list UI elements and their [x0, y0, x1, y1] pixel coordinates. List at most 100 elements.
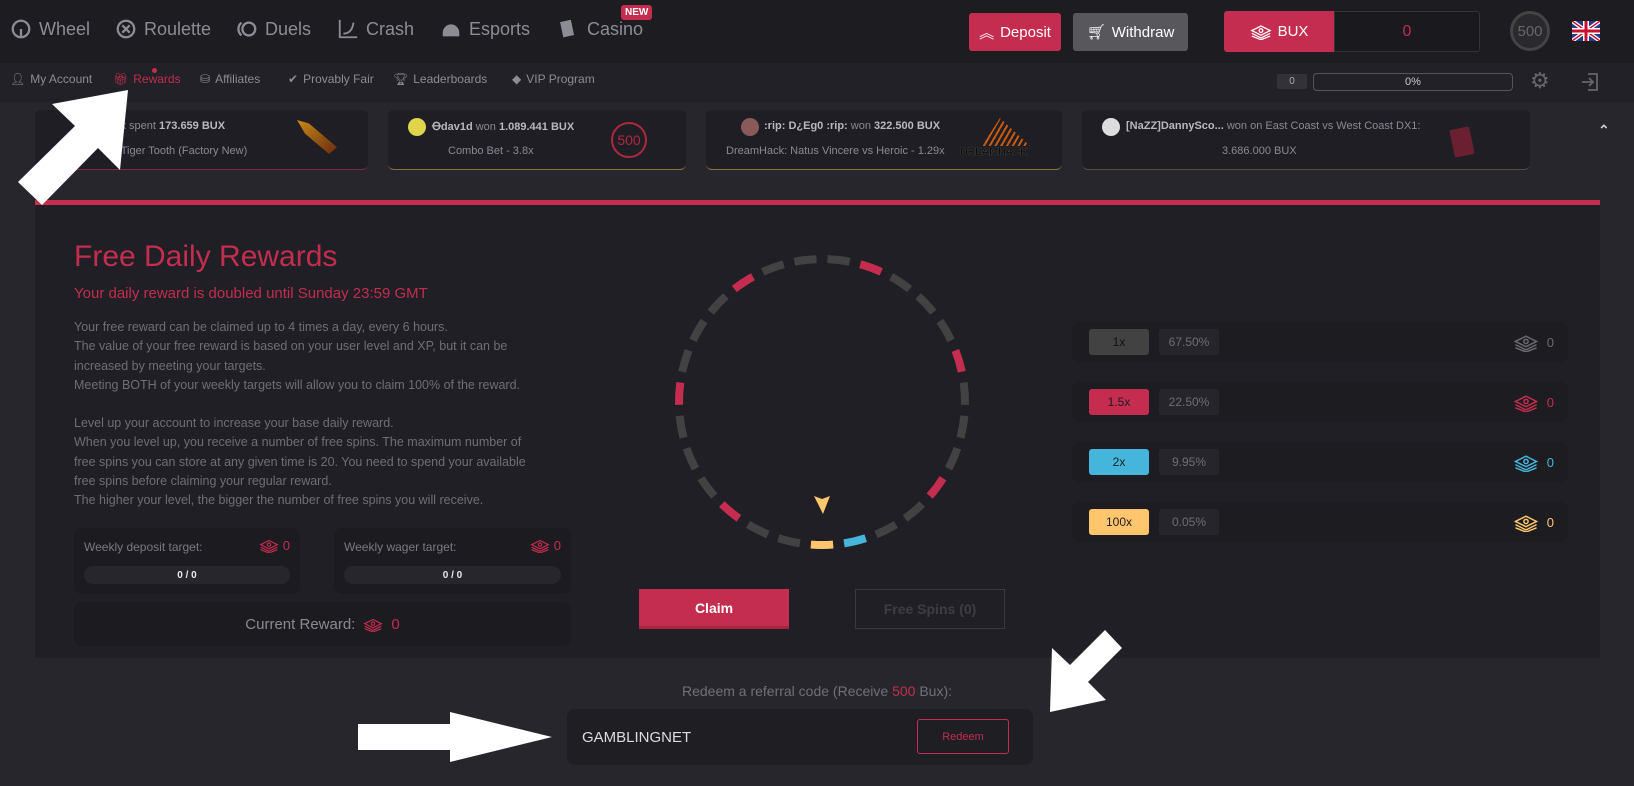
wheel-segment-red	[926, 476, 947, 499]
casino-icon	[560, 19, 575, 38]
multiplier-badge: 1x	[1089, 329, 1149, 355]
wheel-segment-gray	[915, 293, 937, 315]
wheel-segment-gray	[682, 446, 700, 471]
nav-wheel[interactable]: Wheel	[10, 18, 90, 40]
multiplier-row: 1x 67.50% 0	[1072, 322, 1568, 362]
diamond-icon: ◆	[512, 72, 522, 86]
subnav-provably-fair[interactable]: ✔ Provably Fair	[288, 72, 374, 86]
nav-esports[interactable]: Esports	[440, 18, 530, 40]
subnav-leaderboards[interactable]: 🏆︎ Leaderboards	[393, 72, 487, 86]
cash-icon	[363, 617, 383, 632]
user-avatar	[741, 118, 759, 136]
multiplier-row: 100x 0.05% 0	[1072, 502, 1568, 542]
xp-progress-bar: 0%	[1313, 73, 1513, 91]
multiplier-badge: 100x	[1089, 509, 1149, 535]
subnav-my-account[interactable]: 👤︎ My Account	[10, 72, 92, 86]
nav-duels[interactable]: Duels	[236, 18, 311, 40]
wheel-segment-gray	[678, 349, 693, 373]
cash-icon	[1250, 23, 1272, 40]
multiplier-value: 0	[1513, 513, 1554, 532]
wheel-segment-gray	[675, 415, 688, 439]
cash-icon	[259, 538, 279, 553]
cash-icon	[530, 538, 550, 553]
cash-icon	[1513, 453, 1539, 472]
user-level: 0	[1277, 74, 1307, 89]
subnav-vip-program[interactable]: ◆ VIP Program	[512, 72, 595, 86]
cash-icon	[1513, 333, 1539, 352]
wheel-segment-gray	[944, 446, 962, 471]
multiplier-chance: 0.05%	[1159, 509, 1219, 535]
wheel-segment-gray	[697, 476, 718, 499]
arrow-icon	[358, 712, 552, 762]
redeem-button[interactable]: Redeem	[917, 719, 1009, 754]
dreamhack-logo: DREAMHACK	[960, 146, 1028, 158]
claim-button[interactable]: Claim	[639, 589, 789, 629]
wheel-segment-gray	[959, 382, 969, 405]
game-logo: 500	[611, 122, 647, 158]
multiplier-chance: 9.95%	[1159, 449, 1219, 475]
ticker-card[interactable]: ck spent 173.659 BUX | Tiger Tooth (Fact…	[35, 110, 368, 170]
nav-casino[interactable]: Casino	[558, 18, 643, 40]
multiplier-row: 2x 9.95% 0	[1072, 442, 1568, 482]
multiplier-value: 0	[1513, 453, 1554, 472]
wheel-segment-gray	[793, 255, 817, 266]
deposit-button[interactable]: ︽ Deposit	[969, 13, 1061, 51]
multiplier-badge: 2x	[1089, 449, 1149, 475]
cart-icon: 🛒︎	[1086, 24, 1106, 41]
referral-label: Redeem a referral code (Receive 500 Bux)…	[681, 683, 953, 699]
dreamhack-logo-graphic	[982, 118, 1030, 146]
wheel-segment-red	[719, 501, 742, 522]
wheel-segment-gray	[902, 501, 925, 522]
referral-code-box: GAMBLINGNET Redeem	[567, 709, 1033, 765]
duels-icon	[237, 21, 257, 37]
wheel-segment-gray	[777, 534, 801, 548]
multiplier-chance: 67.50%	[1159, 329, 1219, 355]
wheel-segment-red	[675, 382, 685, 405]
ticker-card[interactable]: [NaZZ]DannySco... won on East Coast vs W…	[1082, 110, 1530, 170]
nav-crash[interactable]: Crash	[337, 18, 414, 40]
wheel-segment-red	[859, 260, 883, 276]
logout-icon[interactable]	[1580, 72, 1600, 92]
wheel-segment-gray	[889, 273, 913, 293]
cash-icon	[1513, 513, 1539, 532]
gear-icon[interactable]: ⚙	[1530, 68, 1550, 94]
wheel-segment-gray	[956, 415, 969, 439]
check-circle-icon: ✔	[288, 72, 299, 86]
rewards-description: Your free reward can be claimed up to 4 …	[74, 320, 526, 508]
ticker-card[interactable]: :rip: D¿Eg0 :rip: won 322.500 BUX DreamH…	[706, 110, 1062, 170]
nav-roulette[interactable]: Roulette	[115, 18, 211, 40]
balance-display: 0	[1334, 11, 1480, 52]
multiplier-row: 1.5x 22.50% 0	[1072, 382, 1568, 422]
subnav-rewards[interactable]: 🎁︎ Rewards	[113, 72, 181, 86]
free-spins-button[interactable]: Free Spins (0)	[855, 589, 1005, 629]
collapse-chevron-up-icon[interactable]: ⌃	[1598, 122, 1610, 139]
wheel-segment-gray	[936, 318, 955, 343]
wheel-segment-red	[951, 349, 966, 373]
wheel-segment-gray	[827, 255, 851, 266]
subnav-affiliates[interactable]: ⛁ Affiliates	[200, 72, 260, 86]
roulette-icon	[116, 19, 136, 39]
withdraw-button[interactable]: 🛒︎ Withdraw	[1073, 13, 1188, 51]
notification-dot	[152, 68, 157, 73]
referral-code-input[interactable]: GAMBLINGNET	[582, 729, 691, 746]
level-avatar[interactable]: 500	[1510, 11, 1550, 51]
new-badge: NEW	[621, 5, 653, 20]
multiplier-badge: 1.5x	[1089, 389, 1149, 415]
knife-skin-image	[297, 120, 337, 154]
user-icon: 👤︎	[10, 72, 26, 86]
ticker-card[interactable]: Ꝋdav1d won 1.089.441 BUX Combo Bet - 3.8…	[388, 110, 686, 170]
weekly-deposit-target: Weekly deposit target: 0 0 / 0	[74, 528, 300, 594]
wheel-segment-gray	[689, 318, 708, 343]
wheel-segment-gray	[707, 293, 729, 315]
wager-progress-bar: 0 / 0	[344, 566, 561, 584]
uk-flag-icon[interactable]	[1572, 21, 1600, 41]
currency-label: BUX	[1224, 11, 1334, 52]
wheel-segment-gray	[745, 520, 770, 539]
trophy-icon: 🏆︎	[393, 72, 409, 86]
multiplier-value: 0	[1513, 393, 1554, 412]
chevrons-up-icon: ︽	[979, 24, 995, 42]
wheel-segment-red	[731, 273, 755, 293]
current-reward: Current Reward: 0	[74, 602, 571, 646]
esports-icon	[442, 24, 460, 37]
wheel-pointer-icon	[814, 496, 830, 514]
